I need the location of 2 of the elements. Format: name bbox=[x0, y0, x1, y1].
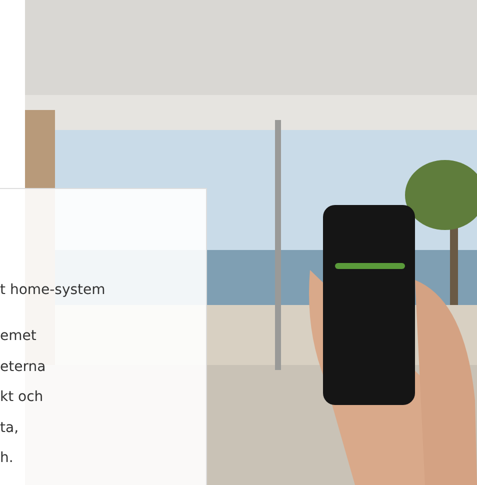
heading: t home-system bbox=[0, 281, 106, 300]
paragraph: emet eterna kt och ta, h. bbox=[0, 327, 46, 468]
